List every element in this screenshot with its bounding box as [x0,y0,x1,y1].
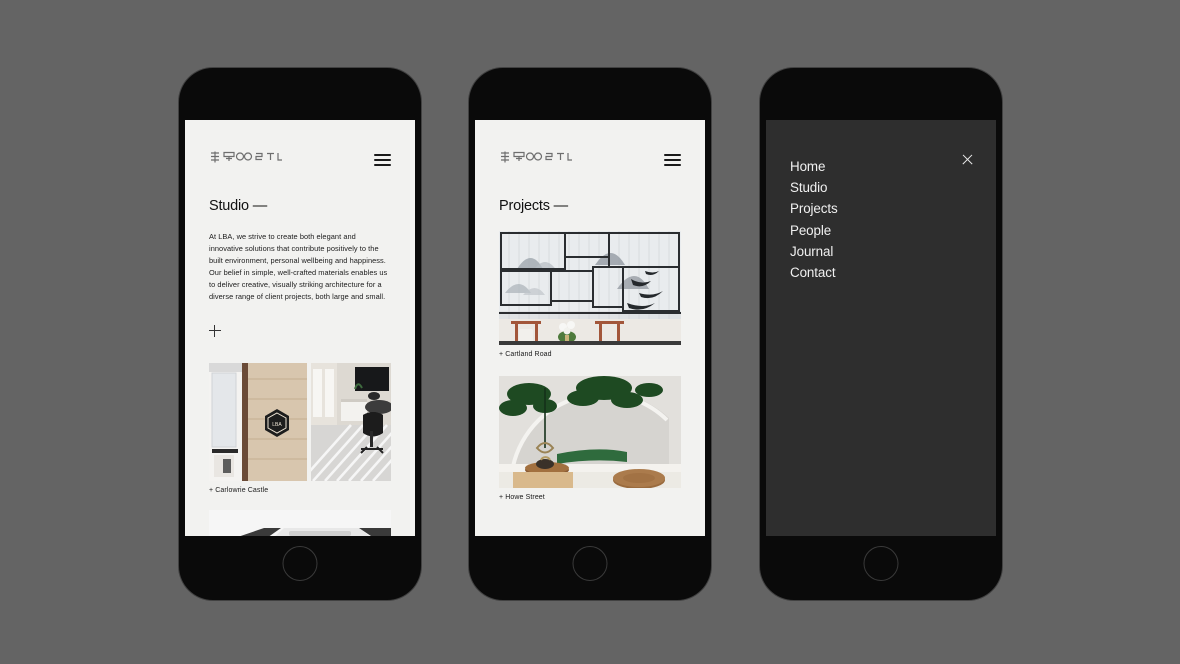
project-caption[interactable]: + Carlowrie Castle [209,487,391,494]
phone-screen-menu: Home Studio Projects People Journal Cont… [766,120,996,536]
page-content-projects: Projects — + Cartland Road + Howe Street [475,198,705,501]
hamburger-icon[interactable] [374,153,391,166]
project-image-office-interior[interactable] [311,362,391,481]
hamburger-line [664,158,681,161]
hamburger-line [374,153,391,156]
project-gallery: LBA + Carlowrie Castle [209,362,391,536]
project-image-howe-street[interactable] [499,376,681,488]
project-image-interior-corridor[interactable]: LBA [209,362,307,481]
phone-screen-studio: Studio — At LBA, we strive to create bot… [185,120,415,536]
plus-icon[interactable] [209,324,221,337]
page-title: Studio — [209,198,268,214]
hamburger-line [374,158,391,161]
page-title: Projects — [499,198,568,214]
project-image-cartland-road[interactable] [499,231,681,345]
studio-description: At LBA, we strive to create both elegant… [209,232,388,301]
site-header [475,120,705,169]
home-button[interactable] [572,546,608,581]
nav-item-home[interactable]: Home [790,156,972,177]
home-button[interactable] [863,546,899,581]
nav-item-journal[interactable]: Journal [790,241,972,262]
canvas: Studio — At LBA, we strive to create bot… [0,0,1180,664]
close-icon[interactable] [961,153,974,166]
hamburger-line [664,163,681,166]
site-header [185,120,415,169]
hamburger-line [664,153,681,156]
phone-screen-projects: Projects — + Cartland Road + Howe Street [475,120,705,536]
nav-menu: Home Studio Projects People Journal Cont… [790,156,972,283]
logo-lba[interactable] [209,150,283,169]
phone-device-studio: Studio — At LBA, we strive to create bot… [179,68,421,600]
project-caption[interactable]: + Howe Street [499,494,681,501]
hamburger-icon[interactable] [664,153,681,166]
project-caption[interactable]: + Cartland Road [499,351,681,358]
phone-device-menu: Home Studio Projects People Journal Cont… [760,68,1002,600]
page-content-studio: Studio — At LBA, we strive to create bot… [185,198,415,536]
hamburger-line [374,163,391,166]
logo-lba[interactable] [499,150,573,169]
phone-device-projects: Projects — + Cartland Road + Howe Street [469,68,711,600]
project-gallery: + Cartland Road + Howe Street [499,231,681,501]
project-image-pair[interactable]: LBA [209,362,391,481]
svg-text:LBA: LBA [272,422,282,428]
nav-overlay: Home Studio Projects People Journal Cont… [766,120,996,536]
nav-item-studio[interactable]: Studio [790,177,972,198]
nav-item-people[interactable]: People [790,220,972,241]
nav-item-projects[interactable]: Projects [790,198,972,219]
project-image-partial[interactable] [209,509,391,536]
home-button[interactable] [282,546,318,581]
nav-item-contact[interactable]: Contact [790,262,972,283]
